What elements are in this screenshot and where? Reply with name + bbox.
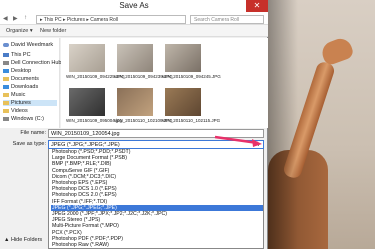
file-name[interactable]: WIN_20150109_094225.JPG <box>66 74 125 80</box>
sidebar-item-label: Desktop <box>11 68 32 74</box>
computer-icon <box>3 52 9 57</box>
sidebar-item-this-pc[interactable]: This PC <box>3 52 31 58</box>
sidebar-item-music[interactable]: Music <box>3 92 25 98</box>
file-thumbnail[interactable] <box>165 88 201 116</box>
sidebar-item-videos[interactable]: Videos <box>3 108 28 114</box>
search-input[interactable]: Search Camera Roll <box>190 15 264 24</box>
sidebar-item-label: This PC <box>11 52 31 58</box>
new-folder-button[interactable]: New folder <box>40 28 66 34</box>
file-type-option[interactable]: Photoshop Raw (*.RAW) <box>51 242 263 248</box>
close-button[interactable]: ✕ <box>246 0 268 12</box>
file-name-label: File name: <box>20 130 46 136</box>
pictures-icon <box>3 100 9 105</box>
file-thumbnail[interactable] <box>69 88 105 116</box>
sidebar-item-label: Dell Connection Hub <box>11 60 62 66</box>
file-thumbnail[interactable] <box>69 44 105 72</box>
sidebar-item-windows-c[interactable]: Windows (C:) <box>3 116 44 122</box>
navigation-pane: David Weedmark This PC Dell Connection H… <box>0 38 61 128</box>
forward-button[interactable]: ▶ <box>13 15 18 22</box>
back-button[interactable]: ◀ <box>3 15 8 22</box>
background-shadow <box>268 0 298 249</box>
folder-icon <box>3 76 9 81</box>
file-type-dropdown-list: Photoshop (*.PSD;*.PDD;*.PSDT) Large Docu… <box>48 149 264 249</box>
save-type-label: Save as type: <box>12 141 46 147</box>
address-bar: ◀ ▶ ↑ ▸ This PC ▸ Pictures ▸ Camera Roll… <box>0 13 268 25</box>
organize-button[interactable]: Organize ▾ <box>6 28 33 34</box>
file-name-input[interactable]: WIN_20150109_120054.jpg <box>48 129 264 138</box>
save-type-select[interactable]: JPEG (*.JPG;*.JPEG;*.JPE) ▼ <box>48 140 264 149</box>
sidebar-item-desktop[interactable]: Desktop <box>3 68 31 74</box>
file-thumbnail[interactable] <box>117 44 153 72</box>
save-type-value: JPEG (*.JPG;*.JPEG;*.JPE) <box>51 142 120 148</box>
file-view: WIN_20150109_094225.JPG WIN_20150109_094… <box>61 38 268 128</box>
video-icon <box>3 108 9 113</box>
sidebar-item-label: Pictures <box>11 100 31 106</box>
sidebar-item-downloads[interactable]: Downloads <box>3 84 38 90</box>
save-as-dialog: Save As ✕ ◀ ▶ ↑ ▸ This PC ▸ Pictures ▸ C… <box>0 0 268 249</box>
drive-icon <box>3 116 9 121</box>
up-button[interactable]: ↑ <box>24 15 27 21</box>
sidebar-item-label: Videos <box>11 108 28 114</box>
window-title: Save As <box>119 1 149 10</box>
drive-icon <box>3 60 9 65</box>
file-thumbnail[interactable] <box>165 44 201 72</box>
file-thumbnail[interactable] <box>117 88 153 116</box>
chevron-down-icon: ▼ <box>256 142 261 148</box>
sidebar-item-label: Downloads <box>11 84 39 90</box>
music-icon <box>3 92 9 97</box>
sidebar-item-dell-connection-hub[interactable]: Dell Connection Hub <box>3 60 61 66</box>
sidebar-item-user[interactable]: David Weedmark <box>3 42 53 48</box>
file-name[interactable]: WIN_20150109_094239.JPG <box>114 74 173 80</box>
download-icon <box>3 84 9 89</box>
file-name[interactable]: WIN_20150109_095004.jpg <box>66 118 122 124</box>
user-icon <box>3 42 9 47</box>
file-name[interactable]: WIN_20150110_102115.JPG <box>162 118 220 124</box>
sidebar-item-label: Documents <box>11 76 39 82</box>
address-path[interactable]: ▸ This PC ▸ Pictures ▸ Camera Roll <box>36 15 186 24</box>
sidebar-item-documents[interactable]: Documents <box>3 76 39 82</box>
hide-folders-button[interactable]: ▲ Hide Folders <box>4 237 42 243</box>
sidebar-item-label: Music <box>11 92 26 98</box>
desktop-icon <box>3 68 9 73</box>
file-name[interactable]: WIN_20150109_094245.JPG <box>162 74 221 80</box>
sidebar-item-label: Windows (C:) <box>11 116 45 122</box>
title-bar[interactable]: Save As ✕ <box>0 0 268 13</box>
sidebar-item-label: David Weedmark <box>11 42 54 48</box>
sidebar-item-pictures[interactable]: Pictures <box>3 100 57 106</box>
toolbar: Organize ▾ New folder <box>0 25 268 37</box>
file-name[interactable]: WIN_20150110_102109.JPG <box>114 118 172 124</box>
